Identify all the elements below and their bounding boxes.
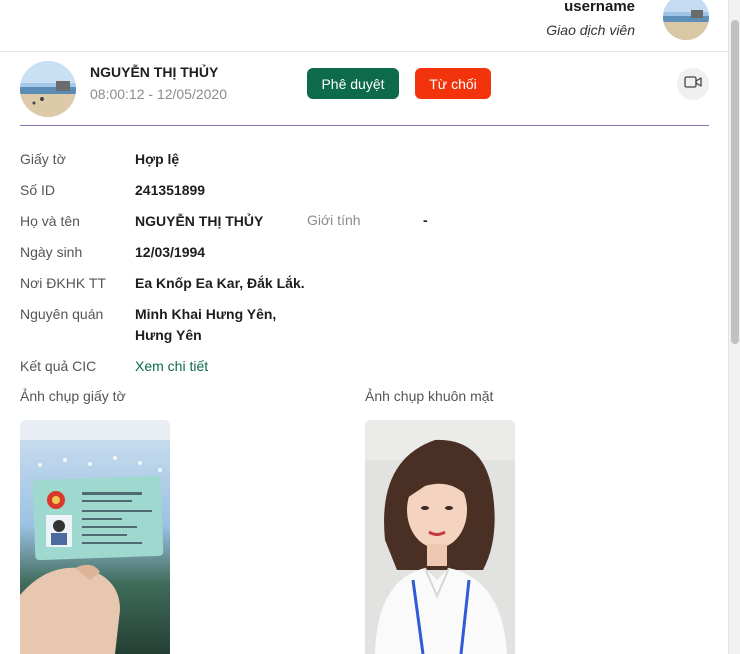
user-avatar[interactable]	[663, 0, 709, 40]
residence-value: Ea Knốp Ea Kar, Đắk Lắk.	[135, 275, 305, 291]
gender-value: -	[423, 212, 428, 228]
hometown-label: Nguyên quán	[20, 306, 104, 322]
scrollbar-thumb[interactable]	[731, 20, 739, 344]
dob-value: 12/03/1994	[135, 244, 206, 260]
customer-avatar	[20, 61, 76, 117]
document-photo[interactable]	[20, 420, 170, 654]
fullname-label: Họ và tên	[20, 213, 80, 229]
video-call-button[interactable]	[677, 68, 709, 100]
id-value: 241351899	[135, 182, 206, 198]
fullname-value: NGUYỄN THỊ THỦY	[135, 213, 264, 229]
customer-name: NGUYỄN THỊ THỦY	[90, 64, 219, 80]
video-camera-icon	[684, 75, 702, 94]
document-value: Hợp lệ	[135, 151, 180, 167]
scrollbar[interactable]	[728, 0, 740, 654]
cic-label: Kết quả CIC	[20, 358, 97, 374]
document-photo-label: Ảnh chụp giấy tờ	[20, 388, 126, 404]
top-header: username Giao dịch viên	[0, 0, 728, 52]
id-label: Số ID	[20, 182, 56, 198]
reject-button[interactable]: Từ chối	[415, 68, 491, 99]
face-photo[interactable]	[365, 420, 515, 654]
hometown-value-line2: Hưng Yên	[135, 327, 202, 343]
user-role-label: Giao dịch viên	[546, 22, 635, 38]
document-label: Giấy tờ	[20, 151, 66, 167]
face-photo-label: Ảnh chụp khuôn mặt	[365, 388, 494, 404]
dob-label: Ngày sinh	[20, 244, 83, 260]
customer-timestamp: 08:00:12 - 12/05/2020	[90, 86, 228, 102]
header-divider	[20, 125, 709, 126]
residence-label: Nơi ĐKHK TT	[20, 275, 106, 291]
cic-detail-link[interactable]: Xem chi tiết	[135, 358, 208, 374]
username-label: username	[564, 0, 635, 15]
gender-label: Giới tính	[307, 212, 361, 228]
hometown-value-line1: Minh Khai Hưng Yên,	[135, 306, 277, 322]
approve-button[interactable]: Phê duyệt	[307, 68, 399, 99]
